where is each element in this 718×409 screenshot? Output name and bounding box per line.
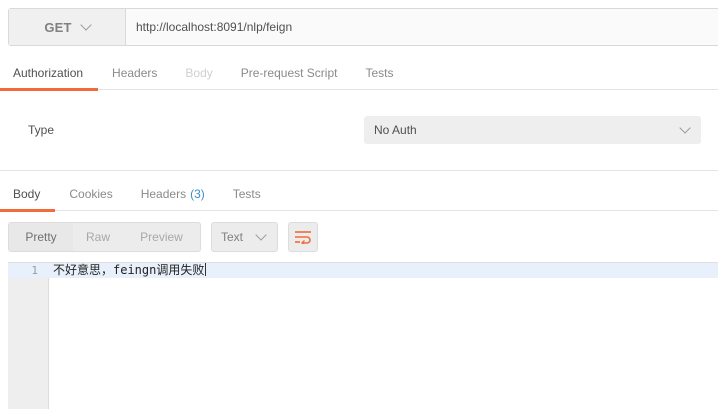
request-tabs: Authorization Headers Body Pre-request S… bbox=[0, 56, 718, 91]
tab-pre-request-script[interactable]: Pre-request Script bbox=[227, 56, 352, 90]
url-input[interactable] bbox=[126, 9, 718, 45]
view-mode-group: Pretty Raw Preview bbox=[8, 222, 201, 252]
chevron-down-icon bbox=[79, 19, 92, 31]
auth-type-value: No Auth bbox=[374, 123, 417, 137]
tab-label: Tests bbox=[232, 187, 261, 201]
method-dropdown[interactable]: GET bbox=[9, 9, 126, 45]
pretty-button[interactable]: Pretty bbox=[9, 223, 73, 251]
raw-button[interactable]: Raw bbox=[73, 223, 123, 251]
format-select[interactable]: Text bbox=[211, 222, 278, 252]
auth-type-label: Type bbox=[28, 123, 55, 137]
preview-button[interactable]: Preview bbox=[123, 223, 200, 251]
response-text: 不好意思，feingn调用失败 bbox=[53, 263, 207, 278]
tab-response-headers[interactable]: Headers (3) bbox=[127, 177, 219, 211]
tab-label: Headers bbox=[140, 187, 187, 201]
chevron-down-icon bbox=[679, 122, 691, 134]
method-label: GET bbox=[44, 19, 72, 35]
tab-headers[interactable]: Headers bbox=[98, 56, 171, 90]
response-editor[interactable]: 1 不好意思，feingn调用失败 bbox=[8, 262, 718, 409]
response-tabs: Body Cookies Headers (3) Tests bbox=[0, 177, 718, 212]
format-value: Text bbox=[221, 230, 244, 244]
tab-label: Tests bbox=[365, 66, 394, 80]
text-caret bbox=[205, 263, 207, 276]
auth-panel: Type No Auth bbox=[0, 91, 718, 171]
tab-label: Headers bbox=[112, 66, 158, 80]
tab-label: Authorization bbox=[13, 66, 84, 80]
tab-cookies[interactable]: Cookies bbox=[55, 177, 126, 211]
tab-body[interactable]: Body bbox=[171, 56, 226, 90]
auth-type-select[interactable]: No Auth bbox=[364, 116, 701, 144]
wrap-lines-button[interactable] bbox=[288, 222, 318, 252]
line-number: 1 bbox=[31, 264, 38, 277]
tab-label: Cookies bbox=[69, 187, 113, 201]
response-toolbar: Pretty Raw Preview Text bbox=[8, 222, 318, 252]
chevron-down-icon bbox=[255, 229, 267, 241]
tab-tests[interactable]: Tests bbox=[351, 56, 407, 90]
response-text-content: 不好意思，feingn调用失败 bbox=[53, 263, 205, 277]
tab-label: Body bbox=[13, 187, 41, 201]
headers-count-badge: (3) bbox=[190, 187, 205, 201]
tab-label: Body bbox=[185, 66, 213, 80]
tab-response-body[interactable]: Body bbox=[0, 177, 56, 212]
wrap-lines-icon bbox=[295, 231, 311, 244]
tab-response-tests[interactable]: Tests bbox=[219, 177, 275, 211]
tab-label: Pre-request Script bbox=[240, 66, 338, 80]
url-bar: GET bbox=[8, 8, 718, 46]
line-gutter bbox=[8, 263, 49, 409]
tab-authorization[interactable]: Authorization bbox=[0, 56, 99, 91]
